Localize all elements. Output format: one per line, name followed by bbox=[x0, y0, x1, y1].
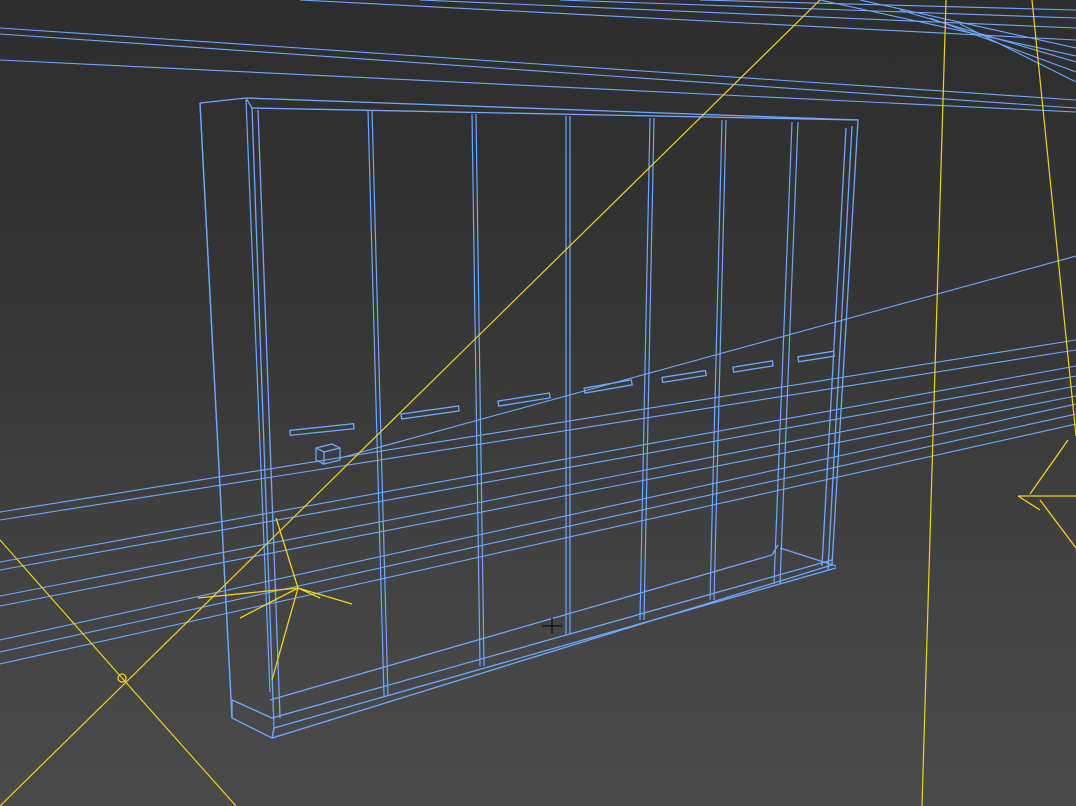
door-handles[interactable] bbox=[289, 350, 835, 437]
ceiling-wire-lines bbox=[0, 0, 1076, 113]
wardrobe-carcass[interactable] bbox=[199, 97, 859, 739]
door-handle-3 bbox=[497, 392, 551, 407]
rail-wire-lines bbox=[0, 255, 1076, 665]
door-handle-5 bbox=[661, 369, 707, 384]
door-handle-6 bbox=[732, 360, 774, 373]
door-handle-7 bbox=[797, 350, 835, 363]
wardrobe-doors[interactable] bbox=[245, 99, 799, 697]
spot-light-lines bbox=[0, 0, 1076, 806]
door-handle-2 bbox=[400, 405, 460, 420]
light-gizmo-right[interactable] bbox=[1017, 439, 1076, 549]
door-handle-1 bbox=[289, 422, 355, 437]
3d-viewport[interactable] bbox=[0, 0, 1076, 806]
door-handle-4 bbox=[583, 379, 633, 394]
wireframe-scene[interactable] bbox=[0, 0, 1076, 806]
